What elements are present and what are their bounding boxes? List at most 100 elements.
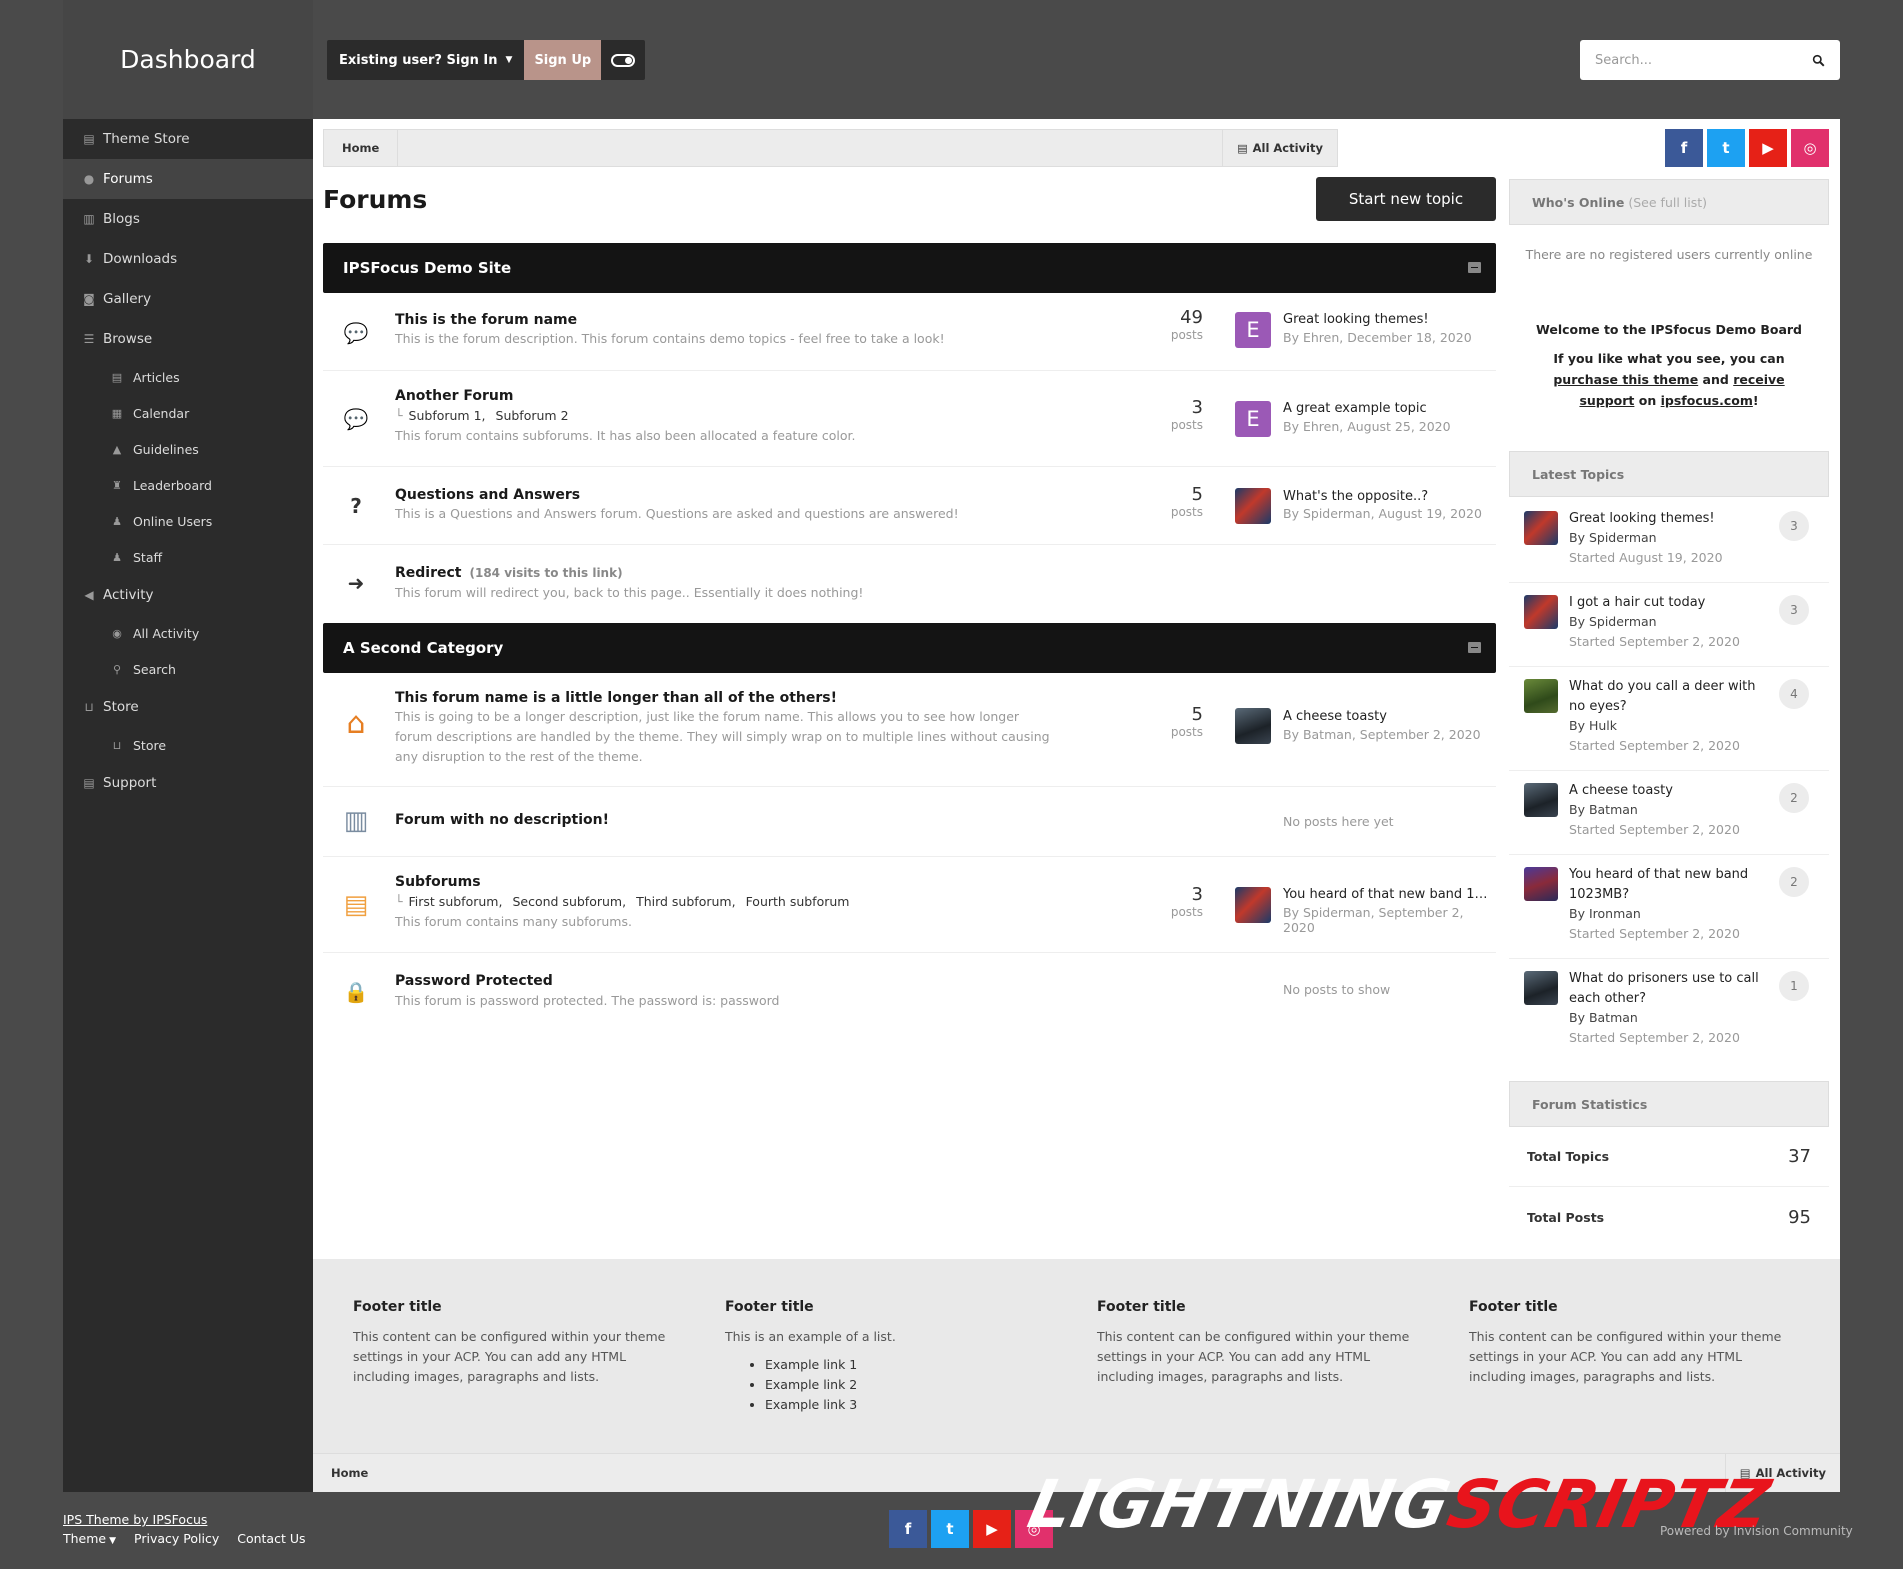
avatar[interactable] [1524, 511, 1558, 545]
sidebar-item-theme-store[interactable]: ▤ Theme Store [63, 119, 313, 159]
youtube-icon[interactable]: ▶ [1749, 129, 1787, 167]
purchase-link[interactable]: purchase this theme [1553, 372, 1698, 387]
latest-topic-item[interactable]: You heard of that new band 1023MB? By Ir… [1509, 855, 1829, 959]
avatar[interactable] [1524, 971, 1558, 1005]
sidebar-item-blogs[interactable]: ▥ Blogs [63, 199, 313, 239]
sign-up-button[interactable]: Sign Up [524, 40, 602, 80]
footer-link[interactable]: Example link 1 [765, 1355, 1055, 1375]
forum-row[interactable]: ▤ Subforums └ First subforum, Second subfo… [323, 857, 1496, 953]
avatar[interactable] [1524, 679, 1558, 713]
breadcrumb-home[interactable]: Home [313, 1466, 386, 1480]
latest-topic-item[interactable]: What do prisoners use to call each other… [1509, 959, 1829, 1063]
topic-title[interactable]: What do you call a deer with no eyes? [1569, 677, 1769, 717]
brand-title[interactable]: Dashboard [63, 0, 313, 119]
latest-topic-item[interactable]: A cheese toasty By Batman Started Septem… [1509, 771, 1829, 855]
category-header[interactable]: A Second Category [323, 623, 1496, 673]
avatar[interactable] [1235, 887, 1271, 923]
topic-title[interactable]: Great looking themes! [1569, 509, 1769, 529]
forum-name[interactable]: Forum with no description! [395, 812, 609, 828]
footer-link[interactable]: Example link 3 [765, 1395, 1055, 1415]
last-post-title[interactable]: You heard of that new band 1… [1283, 887, 1488, 902]
topic-title[interactable]: You heard of that new band 1023MB? [1569, 865, 1769, 905]
sidebar-item-store-sub[interactable]: ⊔ Store [63, 727, 313, 763]
facebook-icon[interactable]: f [1665, 129, 1703, 167]
forum-row[interactable]: ? Questions and Answers This is a Questi… [323, 467, 1496, 545]
facebook-icon[interactable]: f [889, 1510, 927, 1548]
forum-row[interactable]: ⌂ This forum name is a little longer tha… [323, 675, 1496, 787]
sidebar-item-activity[interactable]: ◀ Activity [63, 575, 313, 615]
forum-name[interactable]: Questions and Answers [395, 487, 580, 503]
last-post-title[interactable]: What's the opposite..? [1283, 489, 1428, 504]
sidebar-item-support[interactable]: ▤ Support [63, 763, 313, 803]
sidebar-item-leaderboard[interactable]: ♜ Leaderboard [63, 467, 313, 503]
breadcrumb-home[interactable]: Home [324, 130, 399, 166]
latest-topic-item[interactable]: I got a hair cut today By Spiderman Star… [1509, 583, 1829, 667]
subforum-link[interactable]: Fourth subforum [746, 894, 850, 909]
powered-by-text[interactable]: Powered by Invision Community [1660, 1524, 1853, 1538]
topic-title[interactable]: What do prisoners use to call each other… [1569, 969, 1769, 1009]
subforum-link[interactable]: Subforum 1, [409, 408, 486, 423]
forum-name[interactable]: This forum name is a little longer than … [395, 690, 837, 706]
sidebar-item-calendar[interactable]: ▦ Calendar [63, 395, 313, 431]
topic-title[interactable]: A cheese toasty [1569, 781, 1769, 801]
privacy-policy-link[interactable]: Privacy Policy [134, 1531, 219, 1546]
sidebar-item-guidelines[interactable]: ▲ Guidelines [63, 431, 313, 467]
latest-topic-item[interactable]: Great looking themes! By Spiderman Start… [1509, 499, 1829, 583]
forum-name[interactable]: Redirect (184 visits to this link) [395, 565, 623, 581]
forum-name[interactable]: Password Protected [395, 973, 553, 989]
subforum-link[interactable]: First subforum, [409, 894, 503, 909]
search-input[interactable]: Search... [1580, 40, 1840, 80]
sidebar-item-gallery[interactable]: ◙ Gallery [63, 279, 313, 319]
avatar[interactable] [1524, 867, 1558, 901]
see-full-list-link[interactable]: (See full list) [1628, 195, 1707, 210]
avatar[interactable] [1235, 708, 1271, 744]
search-icon[interactable] [1812, 54, 1825, 67]
theme-toggle[interactable] [601, 40, 645, 80]
sidebar-item-all-activity[interactable]: ◉ All Activity [63, 615, 313, 651]
last-post-title[interactable]: Great looking themes! [1283, 312, 1429, 327]
all-activity-link[interactable]: ▤ All Activity [1222, 130, 1337, 166]
avatar[interactable]: E [1235, 401, 1271, 437]
subforum-link[interactable]: Third subforum, [636, 894, 736, 909]
avatar[interactable] [1524, 595, 1558, 629]
avatar[interactable] [1235, 488, 1271, 524]
forum-row[interactable]: ➜ Redirect (184 visits to this link) This… [323, 545, 1496, 621]
collapse-icon[interactable] [1468, 642, 1481, 653]
forum-row[interactable]: 💬 Another Forum └ Subforum 1, Subforum 2 T… [323, 371, 1496, 467]
instagram-icon[interactable]: ◎ [1791, 129, 1829, 167]
avatar[interactable]: E [1235, 312, 1271, 348]
last-post-title[interactable]: A cheese toasty [1283, 709, 1387, 724]
avatar[interactable] [1524, 783, 1558, 817]
subforum-link[interactable]: Second subforum, [512, 894, 626, 909]
subforum-link[interactable]: Subforum 2 [496, 408, 569, 423]
sidebar-item-forums[interactable]: ● Forums [63, 159, 313, 199]
theme-selector[interactable]: Theme ▼ [63, 1531, 116, 1546]
twitter-icon[interactable]: t [1707, 129, 1745, 167]
last-post-title[interactable]: A great example topic [1283, 401, 1427, 416]
youtube-icon[interactable]: ▶ [973, 1510, 1011, 1548]
category-header[interactable]: IPSFocus Demo Site [323, 243, 1496, 293]
topic-title[interactable]: I got a hair cut today [1569, 593, 1769, 613]
latest-topic-item[interactable]: What do you call a deer with no eyes? By… [1509, 667, 1829, 771]
forum-name[interactable]: Subforums [395, 874, 481, 890]
sign-in-button[interactable]: Existing user? Sign In ▼ [327, 40, 524, 80]
footer-link[interactable]: Example link 2 [765, 1375, 1055, 1395]
forum-row[interactable]: ▥ Forum with no description! No posts he… [323, 787, 1496, 857]
start-new-topic-button[interactable]: Start new topic [1316, 177, 1496, 221]
contact-us-link[interactable]: Contact Us [237, 1531, 305, 1546]
twitter-icon[interactable]: t [931, 1510, 969, 1548]
forum-name[interactable]: Another Forum [395, 388, 513, 404]
collapse-icon[interactable] [1468, 262, 1481, 273]
sidebar-item-downloads[interactable]: ⬇ Downloads [63, 239, 313, 279]
forum-row[interactable]: 🔒 Password Protected This forum is passw… [323, 953, 1496, 1031]
sidebar-item-online-users[interactable]: ♟ Online Users [63, 503, 313, 539]
theme-credit-link[interactable]: IPS Theme by IPSFocus [63, 1512, 306, 1527]
forum-row[interactable]: 💬 This is the forum name This is the for… [323, 295, 1496, 371]
sidebar-item-search[interactable]: ⚲ Search [63, 651, 313, 687]
sidebar-item-store[interactable]: ⊔ Store [63, 687, 313, 727]
ipsfocus-link[interactable]: ipsfocus.com [1661, 393, 1753, 408]
forum-name[interactable]: This is the forum name [395, 312, 577, 328]
sidebar-item-articles[interactable]: ▤ Articles [63, 359, 313, 395]
sidebar-item-staff[interactable]: ♟ Staff [63, 539, 313, 575]
sidebar-item-browse[interactable]: ☰ Browse [63, 319, 313, 359]
